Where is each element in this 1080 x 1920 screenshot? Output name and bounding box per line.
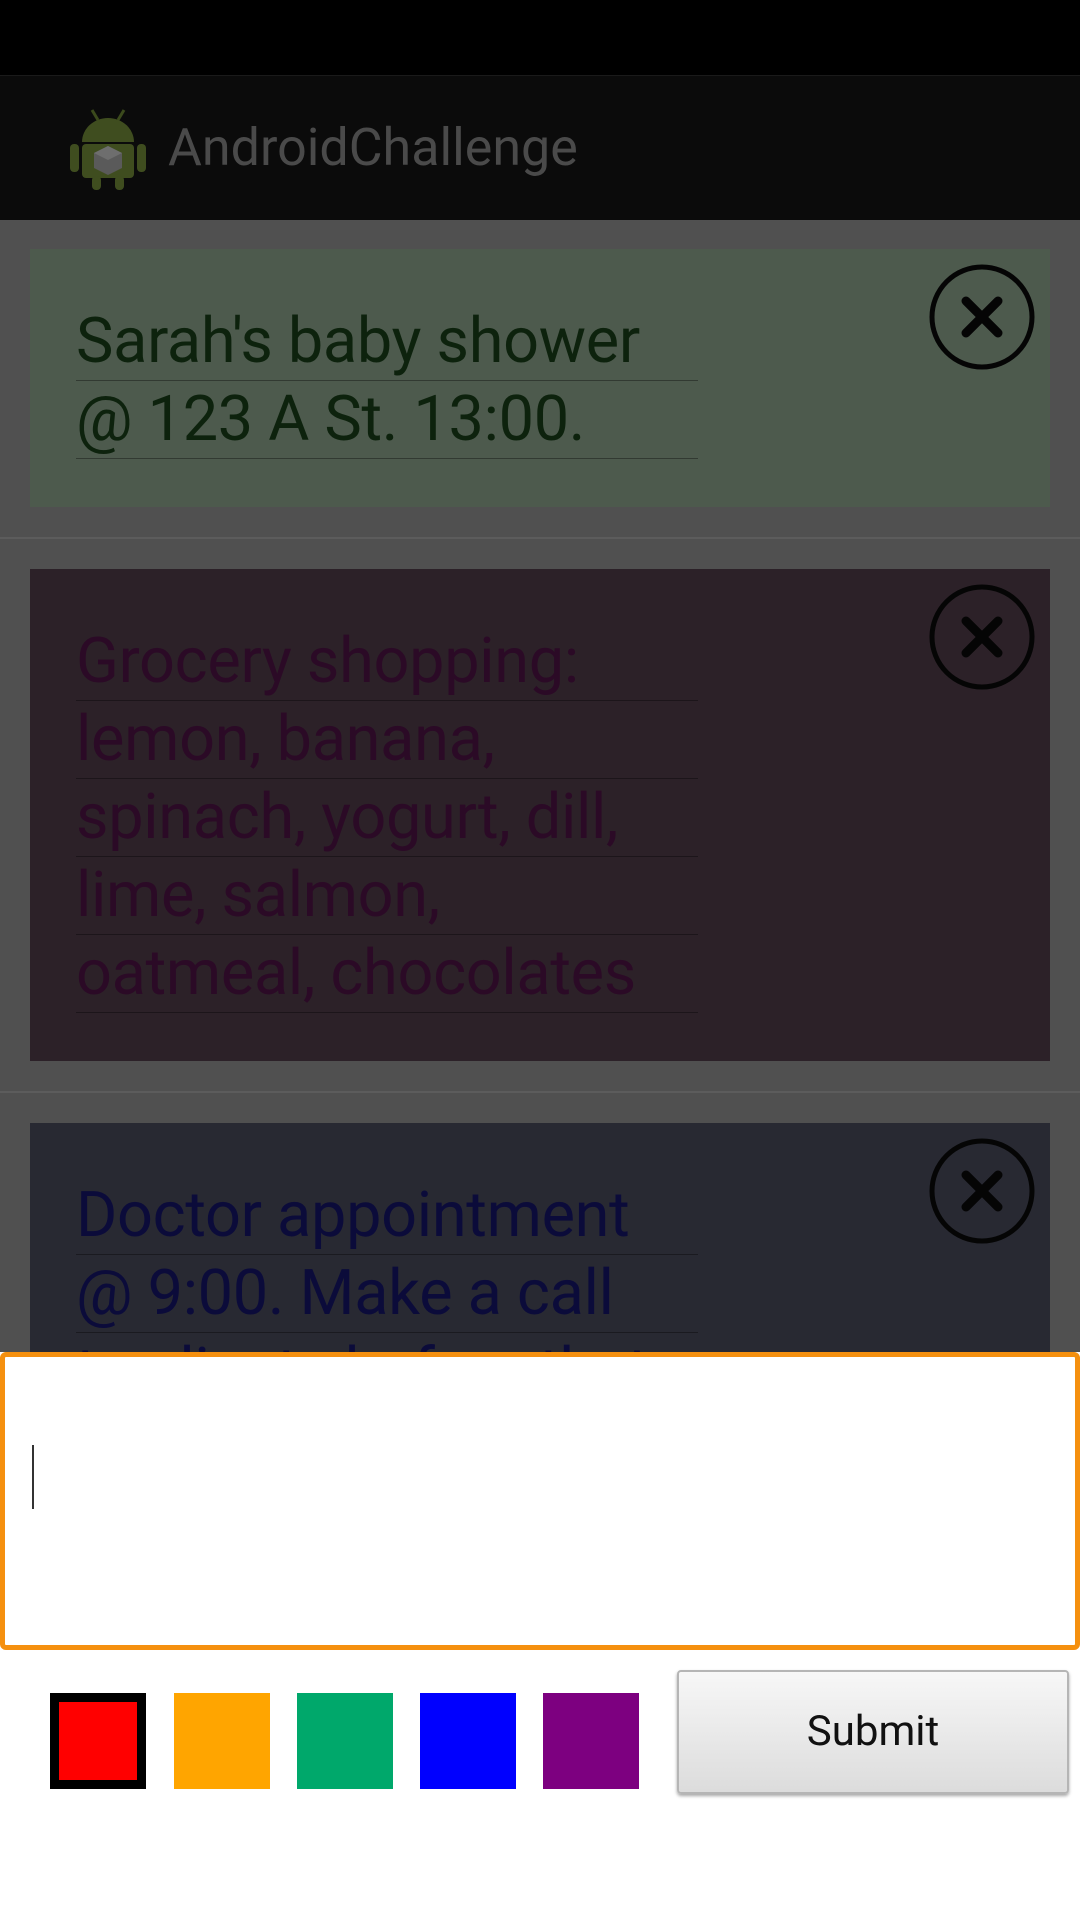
note-line: to clients before that. (76, 1333, 698, 1352)
close-icon[interactable] (928, 583, 1036, 691)
color-swatch-green[interactable] (297, 1693, 393, 1789)
color-swatch-orange[interactable] (174, 1693, 270, 1789)
note-text: Doctor appointment @ 9:00. Make a call t… (76, 1177, 698, 1352)
note-input[interactable] (15, 1367, 1069, 1639)
close-icon[interactable] (928, 263, 1036, 371)
notes-list[interactable]: Sarah's baby shower @ 123 A St. 13:00. G… (0, 219, 1080, 1352)
note-text: Grocery shopping: lemon, banana, spinach… (76, 623, 698, 1013)
note-line: spinach, yogurt, dill, (76, 779, 698, 857)
status-bar (0, 0, 1080, 75)
note-line: @ 9:00. Make a call (76, 1255, 698, 1333)
action-bar: AndroidChallenge (0, 75, 1080, 220)
color-swatch-red[interactable] (50, 1693, 146, 1789)
note-line: Grocery shopping: (76, 623, 698, 701)
note-item: Grocery shopping: lemon, banana, spinach… (0, 539, 1080, 1091)
note-line: Doctor appointment (76, 1177, 698, 1255)
note-text: Sarah's baby shower @ 123 A St. 13:00. (76, 303, 698, 459)
note-item: Sarah's baby shower @ 123 A St. 13:00. (0, 219, 1080, 537)
background-app: AndroidChallenge Sarah's baby shower @ 1… (0, 0, 1080, 1352)
color-swatch-blue[interactable] (420, 1693, 516, 1789)
note-input-box[interactable] (0, 1352, 1080, 1650)
close-icon[interactable] (928, 1137, 1036, 1245)
android-app-icon (70, 109, 146, 190)
note-line: Sarah's baby shower (76, 303, 698, 381)
note-item: Doctor appointment @ 9:00. Make a call t… (0, 1093, 1080, 1352)
note-line: oatmeal, chocolates (76, 935, 698, 1013)
text-cursor (32, 1445, 34, 1509)
screen: AndroidChallenge Sarah's baby shower @ 1… (0, 0, 1080, 1920)
note-card[interactable]: Grocery shopping: lemon, banana, spinach… (30, 569, 1050, 1061)
color-swatch-purple[interactable] (543, 1693, 639, 1789)
note-line: @ 123 A St. 13:00. (76, 381, 698, 459)
submit-button[interactable]: Submit (677, 1670, 1069, 1794)
app-title: AndroidChallenge (168, 117, 578, 178)
note-card[interactable]: Doctor appointment @ 9:00. Make a call t… (30, 1123, 1050, 1352)
note-line: lemon, banana, (76, 701, 698, 779)
note-line: lime, salmon, (76, 857, 698, 935)
note-card[interactable]: Sarah's baby shower @ 123 A St. 13:00. (30, 249, 1050, 507)
